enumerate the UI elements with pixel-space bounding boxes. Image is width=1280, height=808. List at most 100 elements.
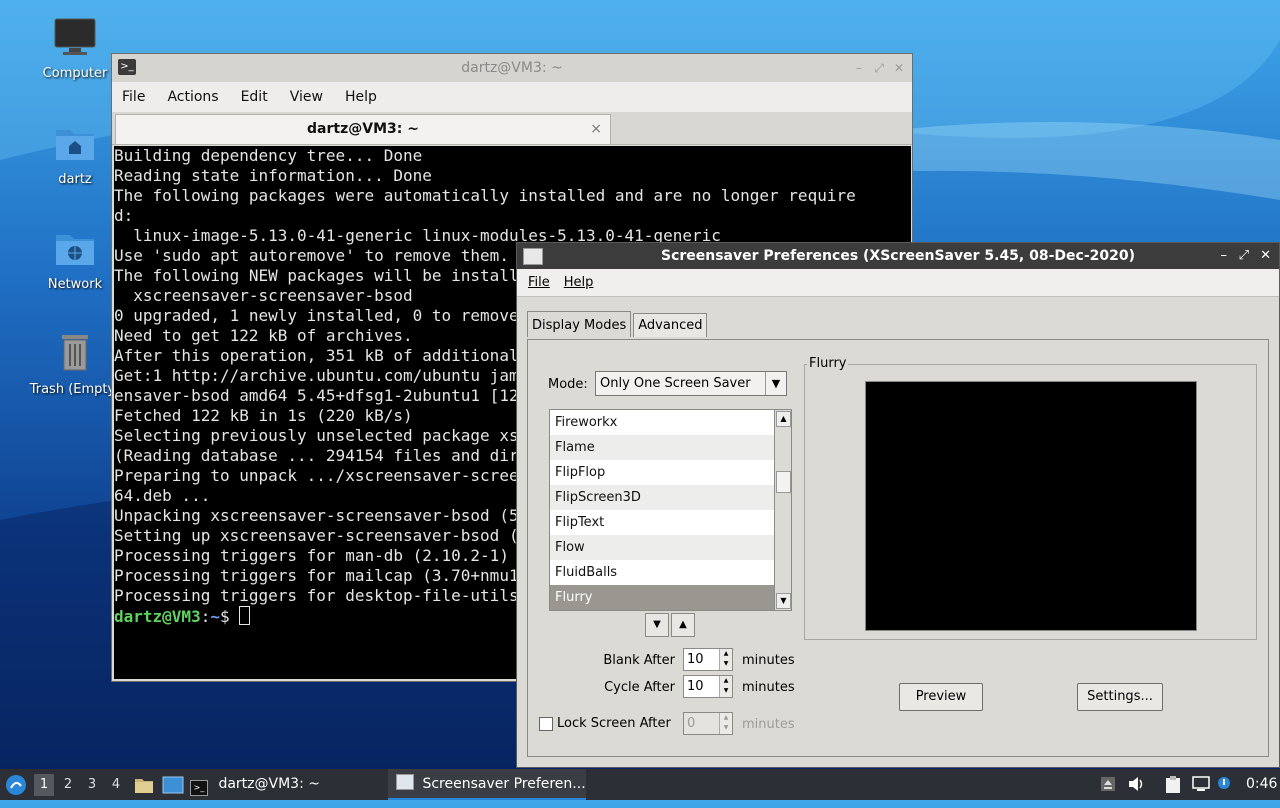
menu-help[interactable]: Help bbox=[564, 275, 594, 290]
close-icon[interactable]: ✕ bbox=[1260, 243, 1271, 269]
terminal-tabbar: dartz@VM3: ~ × bbox=[112, 112, 912, 145]
next-mode-button[interactable]: ▼ bbox=[645, 613, 669, 637]
desktop-icon-label: Trash (Empty) bbox=[29, 382, 121, 397]
menu-file[interactable]: File bbox=[122, 89, 145, 105]
lock-after-value: 0 bbox=[687, 716, 696, 731]
task-label: dartz@VM3: ~ bbox=[218, 776, 320, 792]
close-icon[interactable]: ✕ bbox=[894, 54, 904, 82]
scroll-down-icon[interactable]: ▼ bbox=[776, 593, 791, 609]
terminal-titlebar[interactable]: >_ dartz@VM3: ~ – ⤢ ✕ bbox=[112, 54, 912, 82]
list-item[interactable]: Flurry bbox=[550, 585, 774, 610]
screensaver-preferences-window[interactable]: Screensaver Preferences (XScreenSaver 5.… bbox=[516, 242, 1280, 768]
terminal-line: Building dependency tree... Done bbox=[114, 146, 423, 165]
desktop-icon bbox=[162, 776, 184, 794]
terminal-icon: >_ bbox=[118, 59, 136, 75]
list-item[interactable]: Flame bbox=[550, 435, 774, 460]
preview-group-label: Flurry bbox=[807, 356, 849, 371]
tab-display-modes[interactable]: Display Modes bbox=[527, 311, 632, 337]
task-terminal[interactable]: >_ dartz@VM3: ~ bbox=[190, 769, 380, 800]
start-menu-button[interactable] bbox=[5, 774, 27, 796]
terminal-menubar: File Actions Edit View Help bbox=[112, 82, 912, 112]
volume-icon[interactable] bbox=[1128, 776, 1144, 792]
show-desktop-button[interactable] bbox=[162, 775, 184, 794]
mode-select-value: Only One Screen Saver bbox=[600, 376, 751, 391]
spinner-arrows-icon[interactable]: ▲ ▼ bbox=[719, 676, 732, 697]
minimize-icon[interactable]: – bbox=[1221, 243, 1228, 269]
file-manager-launcher[interactable] bbox=[134, 775, 154, 793]
screensaver-list[interactable]: Fireworkx Flame FlipFlop FlipScreen3D FlipTe… bbox=[549, 409, 775, 611]
cycle-after-value: 10 bbox=[687, 679, 704, 694]
menu-file[interactable]: File bbox=[528, 275, 550, 290]
desktop-icon-trash[interactable]: Trash (Empty) bbox=[25, 332, 125, 397]
blank-after-spinner[interactable]: 10 ▲ ▼ bbox=[683, 648, 733, 671]
menu-view[interactable]: View bbox=[290, 89, 323, 105]
menu-actions[interactable]: Actions bbox=[167, 89, 218, 105]
list-item[interactable]: FlipText bbox=[550, 510, 774, 535]
mode-label: Mode: bbox=[548, 377, 588, 392]
tab-strip: Display Modes Advanced bbox=[527, 311, 709, 337]
terminal-line: Reading state information... Done bbox=[114, 166, 432, 185]
terminal-tab[interactable]: dartz@VM3: ~ × bbox=[115, 114, 611, 144]
desktop-icon-label: dartz bbox=[58, 172, 92, 187]
desktop-icon-computer[interactable]: Computer bbox=[25, 18, 125, 81]
menu-help[interactable]: Help bbox=[345, 89, 377, 105]
text-cursor bbox=[239, 606, 251, 625]
computer-icon bbox=[25, 18, 125, 60]
screensaver-titlebar[interactable]: Screensaver Preferences (XScreenSaver 5.… bbox=[517, 243, 1279, 269]
scrollbar-thumb[interactable] bbox=[776, 471, 791, 493]
network-icon[interactable] bbox=[1192, 776, 1210, 792]
task-screensaver[interactable]: Screensaver Preferen... bbox=[388, 769, 586, 800]
lock-after-spinner: 0 ▲ ▼ bbox=[683, 712, 733, 735]
terminal-line: The following packages were automaticall… bbox=[114, 186, 856, 205]
prompt-symbol: $ bbox=[219, 607, 240, 626]
chevron-down-icon: ▼ bbox=[765, 372, 786, 395]
screensaver-title: Screensaver Preferences (XScreenSaver 5.… bbox=[660, 248, 1136, 264]
spinner-arrows-icon[interactable]: ▲ ▼ bbox=[719, 649, 732, 670]
cycle-after-label: Cycle After bbox=[604, 680, 675, 695]
settings-button[interactable]: Settings... bbox=[1077, 683, 1163, 711]
menu-edit[interactable]: Edit bbox=[241, 89, 268, 105]
notification-icon[interactable] bbox=[1216, 776, 1232, 792]
home-folder-icon bbox=[25, 124, 125, 166]
previous-mode-button[interactable]: ▲ bbox=[671, 613, 695, 637]
cycle-after-unit: minutes bbox=[742, 680, 795, 695]
list-item[interactable]: Flow bbox=[550, 535, 774, 560]
eject-icon[interactable] bbox=[1100, 776, 1116, 792]
network-folder-icon bbox=[25, 229, 125, 271]
taskbar: 1234 >_ dartz@VM3: ~ Screensaver Prefere… bbox=[0, 769, 1280, 800]
desktop-icon-network[interactable]: Network bbox=[25, 229, 125, 292]
workspace-2[interactable]: 2 bbox=[58, 774, 78, 796]
workspace-3[interactable]: 3 bbox=[82, 774, 102, 796]
list-item[interactable]: FluidBalls bbox=[550, 560, 774, 585]
maximize-icon[interactable]: ⤢ bbox=[874, 54, 884, 82]
prompt-separator: : bbox=[200, 607, 211, 626]
lock-after-unit: minutes bbox=[742, 717, 795, 732]
workspace-1[interactable]: 1 bbox=[34, 774, 54, 796]
workspace-4[interactable]: 4 bbox=[106, 774, 126, 796]
mode-select[interactable]: Only One Screen Saver ▼ bbox=[595, 371, 787, 396]
task-label: Screensaver Preferen... bbox=[422, 776, 586, 792]
cycle-after-spinner[interactable]: 10 ▲ ▼ bbox=[683, 675, 733, 698]
blank-after-label: Blank After bbox=[603, 653, 675, 668]
window-icon bbox=[523, 248, 543, 265]
terminal-icon: >_ bbox=[190, 780, 208, 796]
list-item[interactable]: FlipScreen3D bbox=[550, 485, 774, 510]
minimize-icon[interactable]: – bbox=[856, 54, 862, 82]
terminal-title: dartz@VM3: ~ bbox=[461, 60, 563, 76]
maximize-icon[interactable]: ⤢ bbox=[1239, 243, 1249, 269]
list-scrollbar[interactable]: ▲ ▼ bbox=[775, 409, 792, 611]
scroll-up-icon[interactable]: ▲ bbox=[776, 411, 791, 427]
folder-icon bbox=[135, 779, 153, 793]
lock-screen-label: Lock Screen After bbox=[557, 716, 671, 731]
blank-after-unit: minutes bbox=[742, 653, 795, 668]
list-item[interactable]: Fireworkx bbox=[550, 410, 774, 435]
spinner-arrows-icon: ▲ ▼ bbox=[719, 713, 732, 734]
preview-button[interactable]: Preview bbox=[899, 683, 983, 711]
tab-advanced[interactable]: Advanced bbox=[633, 313, 708, 337]
list-item[interactable]: FlipFlop bbox=[550, 460, 774, 485]
clock[interactable]: 0:46 bbox=[1246, 769, 1277, 800]
tab-close-icon[interactable]: × bbox=[590, 115, 602, 143]
clipboard-icon[interactable] bbox=[1165, 776, 1181, 793]
desktop-icon-home[interactable]: dartz bbox=[25, 124, 125, 187]
lock-screen-checkbox[interactable] bbox=[539, 717, 553, 731]
